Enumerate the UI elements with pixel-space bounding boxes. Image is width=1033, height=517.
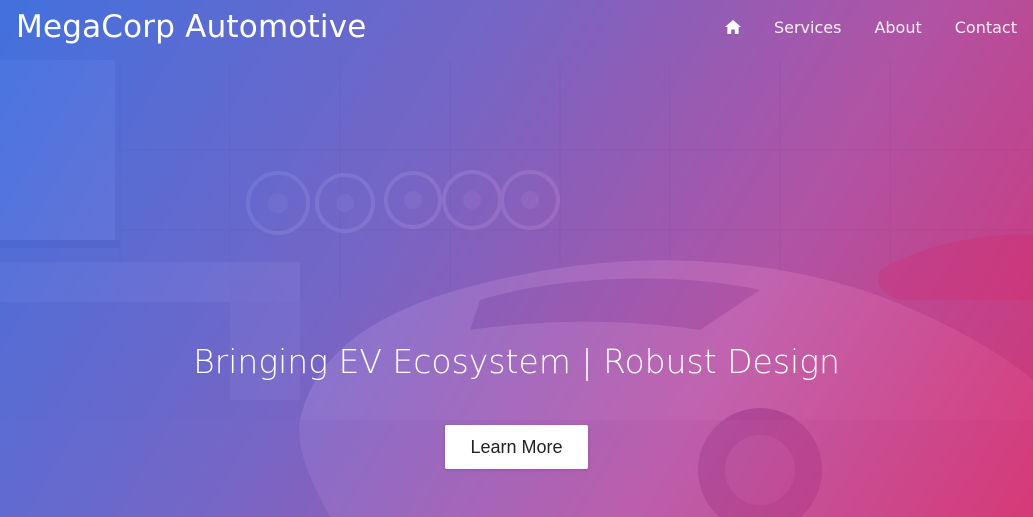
brand-logo-link[interactable]: MegaCorp Automotive <box>16 9 367 45</box>
learn-more-button[interactable]: Learn More <box>445 425 588 469</box>
hero-headline: Bringing EV Ecosystem | Robust Design <box>193 342 840 381</box>
home-icon <box>724 20 741 34</box>
nav-about-link[interactable]: About <box>874 18 921 37</box>
hero-section: MegaCorp Automotive Services About Conta… <box>0 0 1033 517</box>
top-navbar: MegaCorp Automotive Services About Conta… <box>0 0 1033 54</box>
nav-home-link[interactable] <box>724 20 741 34</box>
nav-links: Services About Contact <box>724 18 1017 37</box>
nav-services-link[interactable]: Services <box>774 18 841 37</box>
nav-contact-link[interactable]: Contact <box>955 18 1017 37</box>
